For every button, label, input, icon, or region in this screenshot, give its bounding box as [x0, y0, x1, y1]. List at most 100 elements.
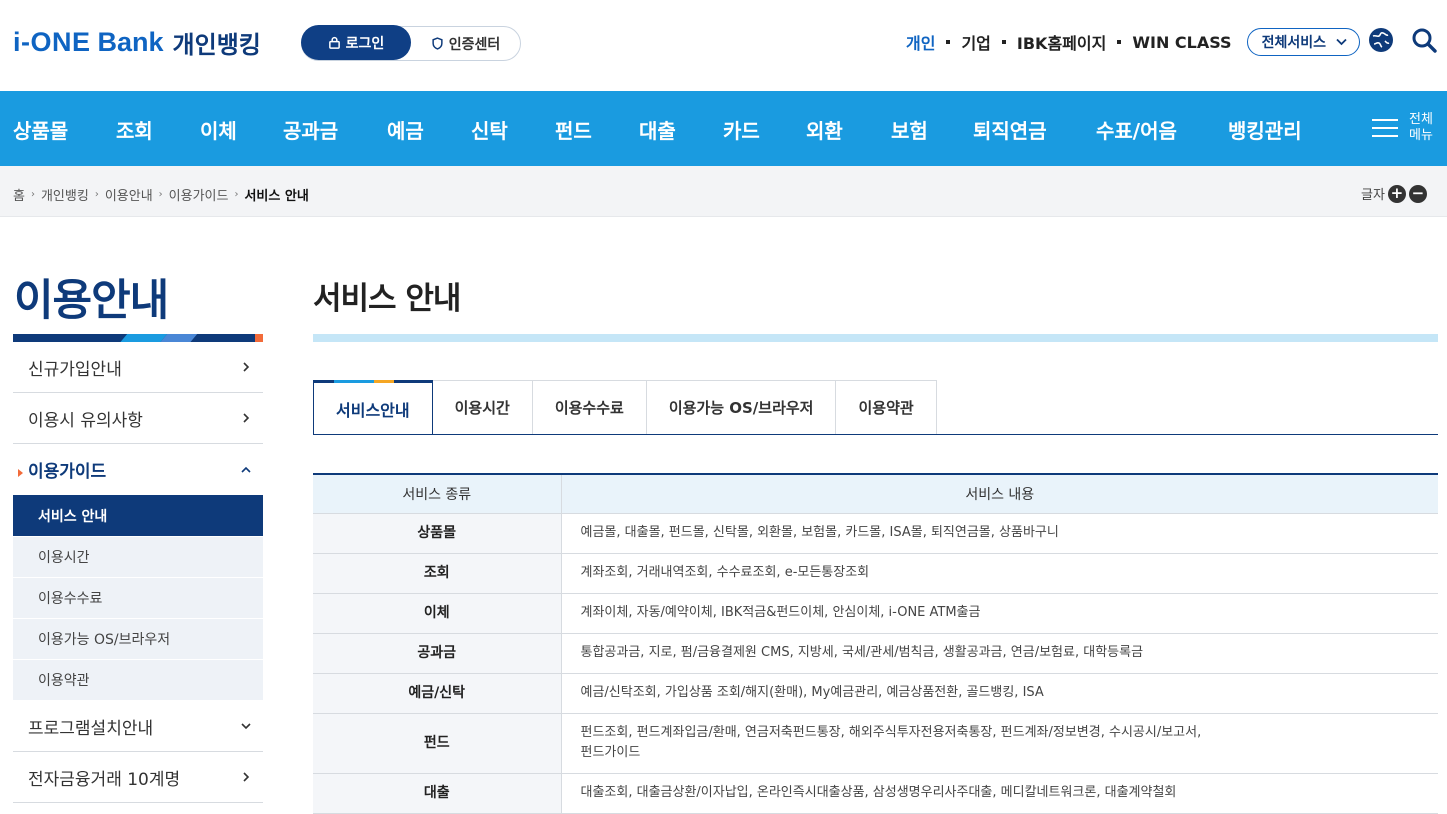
chevron-down-icon — [1336, 38, 1347, 46]
chevron-down-icon — [241, 723, 251, 730]
breadcrumb-bar: 홈 › 개인뱅킹 › 이용안내 › 이용가이드 › 서비스 안내 글자 + − — [0, 166, 1447, 217]
login-button[interactable]: 로그인 — [301, 25, 411, 60]
gnb-item-fund[interactable]: 펀드 — [555, 115, 592, 144]
tab-os-browser[interactable]: 이용가능 OS/브라우저 — [646, 380, 837, 435]
breadcrumb-home[interactable]: 홈 — [13, 185, 25, 204]
globe-icon[interactable] — [1368, 27, 1394, 53]
breadcrumb-personal-banking[interactable]: 개인뱅킹 — [41, 185, 89, 204]
lnb-item-label: 전자금융거래 10계명 — [28, 769, 181, 790]
content-tabs: 서비스안내 이용시간 이용수수료 이용가능 OS/브라우저 이용약관 — [313, 380, 937, 435]
service-content: 통합공과금, 지로, 펌/금융결제원 CMS, 지방세, 국세/관세/범칙금, … — [561, 633, 1438, 674]
service-content-line1: 펀드조회, 펀드계좌입금/환매, 연금저축펀드통장, 해외주식투자전용저축통장,… — [580, 725, 1202, 740]
table-row: 예금/신탁 예금/신탁조회, 가입상품 조회/해지(환매), My예금관리, 예… — [313, 673, 1438, 714]
font-increase-icon[interactable]: + — [1387, 184, 1406, 203]
gnb-item-mall[interactable]: 상품몰 — [13, 115, 68, 144]
lnb-item-label: 이용시 유의사항 — [28, 410, 143, 431]
gnb-item-transfer[interactable]: 이체 — [200, 115, 237, 144]
service-content-line2: 펀드가이드 — [580, 745, 641, 760]
breadcrumb-usage-guide[interactable]: 이용가이드 — [169, 185, 229, 204]
util-link-ibk-home[interactable]: IBK홈페이지 — [1017, 30, 1106, 54]
lnb-item-program-install[interactable]: 프로그램설치안내 — [13, 701, 263, 752]
page-title: 서비스 안내 — [313, 281, 461, 317]
lnb-item-new-signup[interactable]: 신규가입안내 — [13, 342, 263, 393]
util-link-business[interactable]: 기업 — [961, 30, 990, 54]
gnb-item-utility-bills[interactable]: 공과금 — [283, 115, 338, 144]
service-content: 계좌이체, 자동/예약이체, IBK적금&펀드이체, 안심이체, i-ONE A… — [561, 593, 1438, 634]
table-row: 공과금 통합공과금, 지로, 펌/금융결제원 CMS, 지방세, 국세/관세/범… — [313, 633, 1438, 674]
lnb-sub-hours[interactable]: 이용시간 — [13, 537, 263, 578]
util-separator — [946, 40, 951, 44]
service-kind: 펀드 — [313, 713, 562, 774]
table-row: 이체 계좌이체, 자동/예약이체, IBK적금&펀드이체, 안심이체, i-ON… — [313, 593, 1438, 634]
util-separator — [1117, 40, 1122, 44]
breadcrumb-guide[interactable]: 이용안내 — [105, 185, 153, 204]
global-nav: 상품몰 조회 이체 공과금 예금 신탁 펀드 대출 카드 외환 보험 퇴직연금 … — [0, 91, 1447, 166]
gnb-item-deposit[interactable]: 예금 — [387, 115, 424, 144]
lnb-item-label: 프로그램설치안내 — [28, 718, 154, 739]
gnb-item-check-bill[interactable]: 수표/어음 — [1096, 115, 1177, 144]
table-row: 조회 계좌조회, 거래내역조회, 수수료조회, e-모든통장조회 — [313, 553, 1438, 594]
chevron-up-icon — [241, 466, 251, 473]
column-header-kind: 서비스 종류 — [313, 474, 562, 514]
font-decrease-icon[interactable]: − — [1408, 184, 1427, 203]
cert-center-label: 인증센터 — [448, 36, 501, 53]
gnb-item-insurance[interactable]: 보험 — [891, 115, 928, 144]
service-content: 예금몰, 대출몰, 펀드몰, 신탁몰, 외환몰, 보험몰, 카드몰, ISA몰,… — [561, 513, 1438, 554]
table-header-row: 서비스 종류 서비스 내용 — [313, 474, 1438, 514]
service-kind: 공과금 — [313, 633, 562, 674]
service-kind: 조회 — [313, 553, 562, 594]
tabs-underline — [313, 434, 1438, 435]
tab-fees[interactable]: 이용수수료 — [532, 380, 647, 435]
chevron-right-icon — [243, 413, 250, 423]
lnb-item-precautions[interactable]: 이용시 유의사항 — [13, 393, 263, 444]
gnb-item-loan[interactable]: 대출 — [639, 115, 676, 144]
service-content: 계좌조회, 거래내역조회, 수수료조회, e-모든통장조회 — [561, 553, 1438, 594]
logo-ione: i-ONE — [13, 26, 91, 57]
util-link-win-class[interactable]: WIN CLASS — [1132, 33, 1231, 52]
util-separator — [1001, 40, 1006, 44]
all-menu-label-line1: 전체 — [1409, 112, 1433, 127]
chevron-right-icon — [243, 362, 250, 372]
utility-nav: 개인 기업 IBK홈페이지 WIN CLASS 전체서비스 — [906, 28, 1360, 56]
table-row: 상품몰 예금몰, 대출몰, 펀드몰, 신탁몰, 외환몰, 보험몰, 카드몰, I… — [313, 513, 1438, 554]
lnb-item-ten-rules[interactable]: 전자금융거래 10계명 — [13, 752, 263, 803]
all-services-dropdown[interactable]: 전체서비스 — [1246, 28, 1360, 56]
column-header-content: 서비스 내용 — [561, 474, 1438, 514]
table-row: 대출 대출조회, 대출금상환/이자납입, 온라인즉시대출상품, 삼성생명우리사주… — [313, 773, 1438, 814]
table-row: 펀드 펀드조회, 펀드계좌입금/환매, 연금저축펀드통장, 해외주식투자전용저축… — [313, 713, 1438, 774]
lnb-item-usage-guide[interactable]: 이용가이드 — [13, 444, 263, 496]
lnb-sub-service-info[interactable]: 서비스 안내 — [13, 496, 263, 537]
tab-terms[interactable]: 이용약관 — [836, 380, 937, 435]
lnb-sub-terms[interactable]: 이용약관 — [13, 660, 263, 701]
search-icon[interactable] — [1411, 27, 1437, 53]
lnb-title-bar — [13, 334, 263, 342]
top-header: i-ONE Bank 개인뱅킹 로그인 인증센터 개인 기업 IBK홈페이지 W… — [0, 0, 1447, 91]
login-label: 로그인 — [345, 35, 385, 52]
tab-service-info[interactable]: 서비스안내 — [313, 380, 433, 435]
gnb-item-trust[interactable]: 신탁 — [471, 115, 508, 144]
lock-icon — [328, 36, 340, 49]
all-services-label: 전체서비스 — [1261, 35, 1326, 51]
all-menu-button[interactable]: 전체 메뉴 — [1372, 112, 1436, 144]
gnb-item-foreign-exchange[interactable]: 외환 — [806, 115, 843, 144]
title-underline — [313, 334, 1438, 342]
lnb-sub-fees[interactable]: 이용수수료 — [13, 578, 263, 619]
bank-logo[interactable]: i-ONE Bank 개인뱅킹 — [13, 24, 261, 60]
breadcrumb-chevron-icon: › — [234, 189, 239, 200]
all-menu-label-line2: 메뉴 — [1409, 128, 1433, 143]
util-link-personal[interactable]: 개인 — [906, 30, 935, 54]
cert-center-button[interactable]: 인증센터 — [411, 34, 520, 54]
lnb-sub-os-browser[interactable]: 이용가능 OS/브라우저 — [13, 619, 263, 660]
gnb-item-pension[interactable]: 퇴직연금 — [973, 115, 1047, 144]
tab-hours[interactable]: 이용시간 — [432, 380, 533, 435]
lnb-submenu: 서비스 안내 이용시간 이용수수료 이용가능 OS/브라우저 이용약관 — [13, 496, 263, 701]
hamburger-icon — [1372, 119, 1398, 137]
gnb-item-inquiry[interactable]: 조회 — [116, 115, 153, 144]
lnb-item-label: 이용가이드 — [18, 457, 106, 482]
gnb-item-banking-management[interactable]: 뱅킹관리 — [1228, 115, 1302, 144]
breadcrumb-chevron-icon: › — [30, 189, 35, 200]
lnb-title: 이용안내 — [14, 276, 169, 326]
service-kind: 대출 — [313, 773, 562, 814]
gnb-item-card[interactable]: 카드 — [723, 115, 760, 144]
font-size-control: 글자 + − — [1361, 184, 1427, 203]
